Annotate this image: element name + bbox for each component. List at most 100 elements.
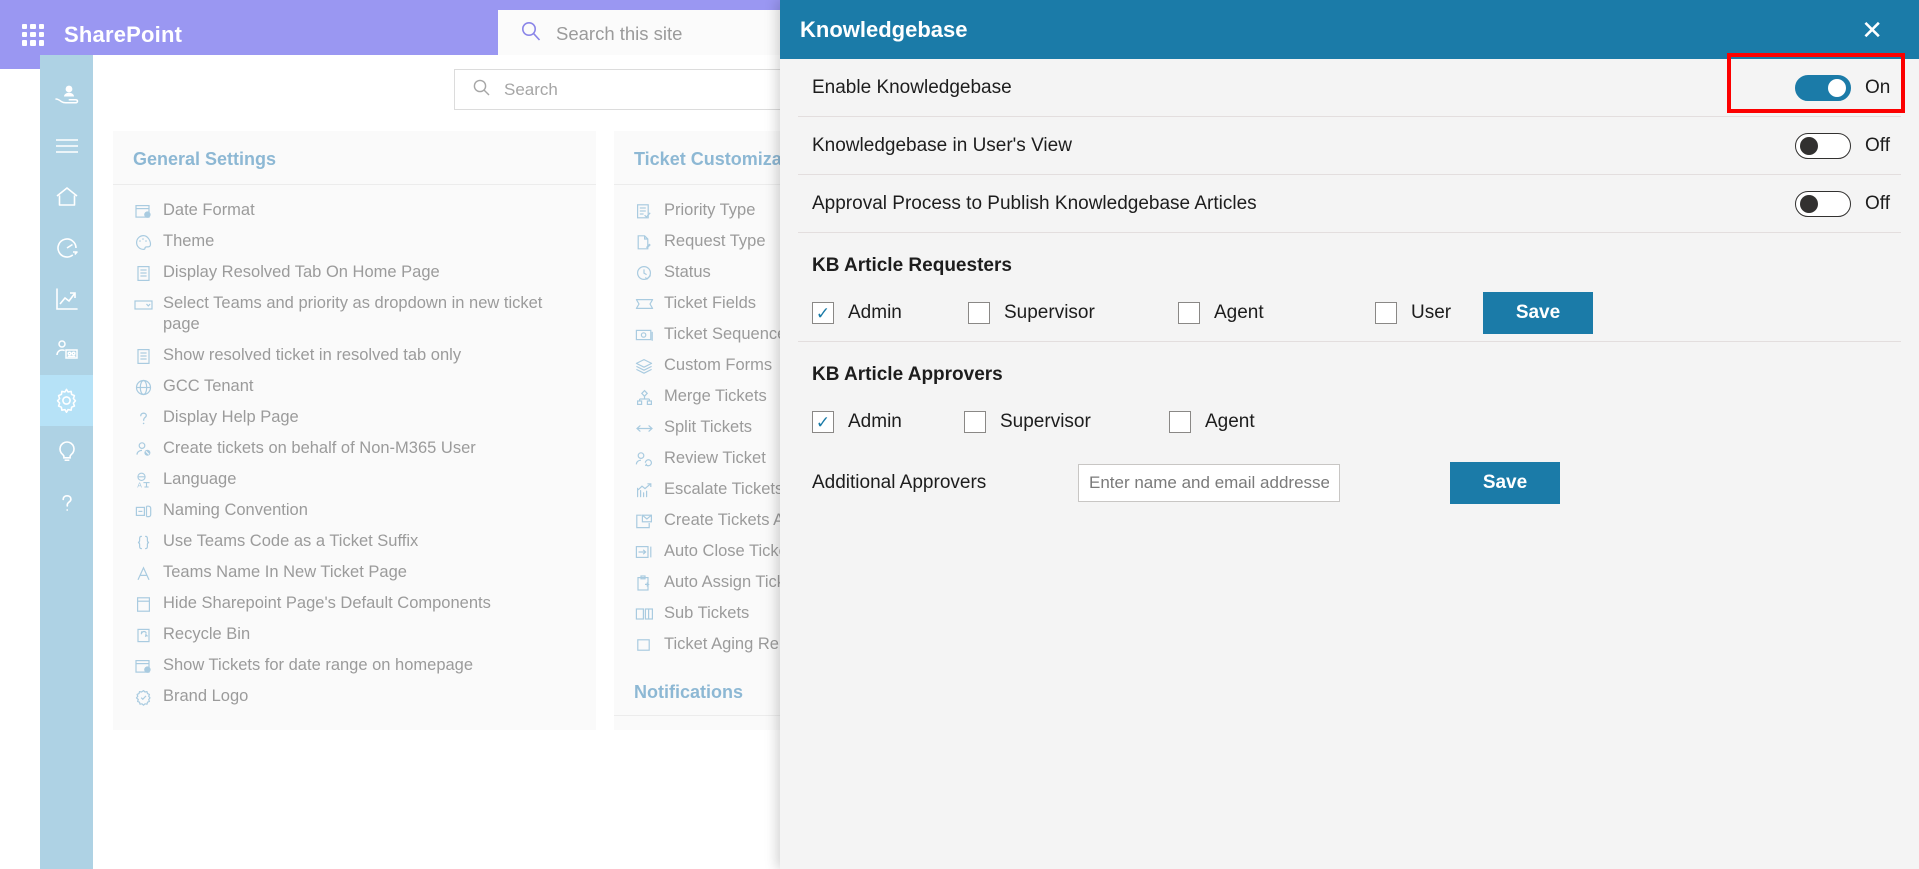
trash-icon — [133, 625, 153, 645]
list-item-label: Create tickets on behalf of Non-M365 Use… — [163, 439, 476, 457]
check-icon: ✓ — [815, 412, 831, 432]
knowledgebase-panel: Knowledgebase ✕ Enable Knowledgebase On … — [780, 0, 1919, 869]
setting-label: Approval Process to Publish Knowledgebas… — [812, 192, 1257, 214]
home-icon — [54, 184, 80, 210]
save-requesters-button[interactable]: Save — [1483, 292, 1593, 334]
clock-check-icon — [634, 263, 654, 283]
search-icon — [472, 78, 491, 102]
sidebar-item-service-desk[interactable] — [40, 69, 93, 120]
checkbox-approver-agent[interactable]: Agent — [1169, 411, 1255, 433]
sidebar-item-settings[interactable] — [40, 375, 93, 426]
sidebar-item-help[interactable] — [40, 477, 93, 528]
escalate-icon — [634, 480, 654, 500]
setting-row-enable-knowledgebase: Enable Knowledgebase On — [798, 53, 1905, 117]
list-item-label: Brand Logo — [163, 687, 249, 705]
checkbox-box — [968, 302, 990, 324]
toggle-knob — [1800, 136, 1818, 155]
list-item[interactable]: A Language — [113, 464, 596, 495]
checkbox-label: Agent — [1205, 411, 1255, 432]
palette-icon — [133, 232, 153, 252]
gauge-icon — [54, 235, 80, 261]
card-general-settings: General Settings Date Format Theme Displ… — [113, 131, 596, 730]
additional-approvers-row: Additional Approvers Save — [798, 444, 1901, 504]
list-item[interactable]: Create tickets on behalf of Non-M365 Use… — [113, 433, 596, 464]
list-item-label: Show resolved ticket in resolved tab onl… — [163, 346, 462, 364]
sidebar-item-teams[interactable] — [40, 324, 93, 375]
sidebar-item-ideas[interactable] — [40, 426, 93, 477]
list-item[interactable]: Hide Sharepoint Page's Default Component… — [113, 588, 596, 619]
list-item[interactable]: Theme — [113, 226, 596, 257]
general-settings-list: Date Format Theme Display Resolved Tab O… — [113, 185, 596, 712]
approvers-options-row: ✓ Admin Supervisor Agent — [798, 386, 1901, 444]
app-launcher-icon[interactable] — [18, 20, 48, 50]
checkbox-requester-user[interactable]: User — [1375, 302, 1483, 324]
list-item[interactable]: Naming Convention — [113, 495, 596, 526]
list-item-label: Priority Type — [664, 201, 756, 219]
page-title: Knowledgebase — [800, 16, 968, 42]
list-item-label: Custom Forms — [664, 356, 773, 374]
checkbox-requester-agent[interactable]: Agent — [1178, 302, 1375, 324]
checkbox-approver-supervisor[interactable]: Supervisor — [964, 411, 1169, 433]
checkbox-requester-supervisor[interactable]: Supervisor — [968, 302, 1178, 324]
save-approvers-button[interactable]: Save — [1450, 462, 1560, 504]
dropdown-icon — [133, 294, 153, 314]
list-item-label: Teams Name In New Ticket Page — [163, 563, 407, 581]
list-item[interactable]: Show resolved ticket in resolved tab onl… — [113, 340, 596, 371]
list-item[interactable]: Show Tickets for date range on homepage — [113, 650, 596, 681]
search-icon — [520, 20, 542, 47]
sidebar-item-analytics[interactable] — [40, 273, 93, 324]
list-item-label: Select Teams and priority as dropdown in… — [163, 294, 543, 333]
close-icon[interactable]: ✕ — [1853, 13, 1891, 47]
hamburger-icon — [54, 136, 80, 156]
auto-close-icon — [634, 542, 654, 562]
list-item[interactable]: Display Resolved Tab On Home Page — [113, 257, 596, 288]
gear-icon — [53, 387, 80, 414]
approval-process-toggle[interactable] — [1795, 190, 1851, 217]
additional-approvers-input[interactable] — [1078, 464, 1340, 502]
checkbox-label: Supervisor — [1000, 411, 1091, 432]
list-item-label: Review Ticket — [664, 449, 766, 467]
knowledgebase-users-view-toggle[interactable] — [1795, 132, 1851, 159]
sidebar-item-home[interactable] — [40, 171, 93, 222]
sidebar-item-menu[interactable] — [40, 120, 93, 171]
document-icon — [133, 346, 153, 366]
toggle-group: Off — [1795, 132, 1895, 159]
square-icon — [634, 635, 654, 655]
requesters-options-row: ✓ Admin Supervisor Agent User Save — [798, 277, 1901, 335]
setting-label: Knowledgebase in User's View — [812, 134, 1072, 156]
list-item[interactable]: Select Teams and priority as dropdown in… — [113, 288, 596, 340]
left-nav-rail — [40, 55, 93, 869]
list-item-label: Status — [664, 263, 711, 281]
panel-header: Knowledgebase ✕ — [780, 0, 1919, 59]
list-item[interactable]: Brand Logo — [113, 681, 596, 712]
question-icon — [54, 490, 80, 516]
list-item-label: Merge Tickets — [664, 387, 767, 405]
toggle-group: On — [1795, 74, 1895, 101]
money-icon — [634, 325, 654, 345]
checkbox-label: Admin — [848, 411, 902, 432]
list-item[interactable]: Teams Name In New Ticket Page — [113, 557, 596, 588]
list-item-label: Request Type — [664, 232, 766, 250]
list-item[interactable]: Display Help Page — [113, 402, 596, 433]
rename-icon — [133, 501, 153, 521]
chart-line-icon — [54, 286, 80, 312]
list-item-label: Show Tickets for date range on homepage — [163, 656, 474, 674]
enable-knowledgebase-toggle[interactable] — [1795, 74, 1851, 101]
lightbulb-icon — [54, 439, 80, 465]
sidebar-item-dashboard[interactable] — [40, 222, 93, 273]
list-item[interactable]: Use Teams Code as a Ticket Suffix — [113, 526, 596, 557]
list-item[interactable]: GCC Tenant — [113, 371, 596, 402]
checkbox-requester-admin[interactable]: ✓ Admin — [812, 302, 968, 324]
list-item-label: GCC Tenant — [163, 377, 254, 395]
list-item[interactable]: Date Format — [113, 195, 596, 226]
sharepoint-brand[interactable]: SharePoint — [64, 22, 182, 48]
ticket-icon — [634, 294, 654, 314]
settings-search-placeholder: Search — [504, 79, 558, 99]
checklist-icon — [634, 201, 654, 221]
list-item-label: Recycle Bin — [163, 625, 251, 643]
checkbox-box — [964, 411, 986, 433]
checkbox-label: Supervisor — [1004, 302, 1095, 323]
checkbox-approver-admin[interactable]: ✓ Admin — [812, 411, 964, 433]
list-item[interactable]: Recycle Bin — [113, 619, 596, 650]
list-item-label: Ticket Sequence — [664, 325, 787, 343]
